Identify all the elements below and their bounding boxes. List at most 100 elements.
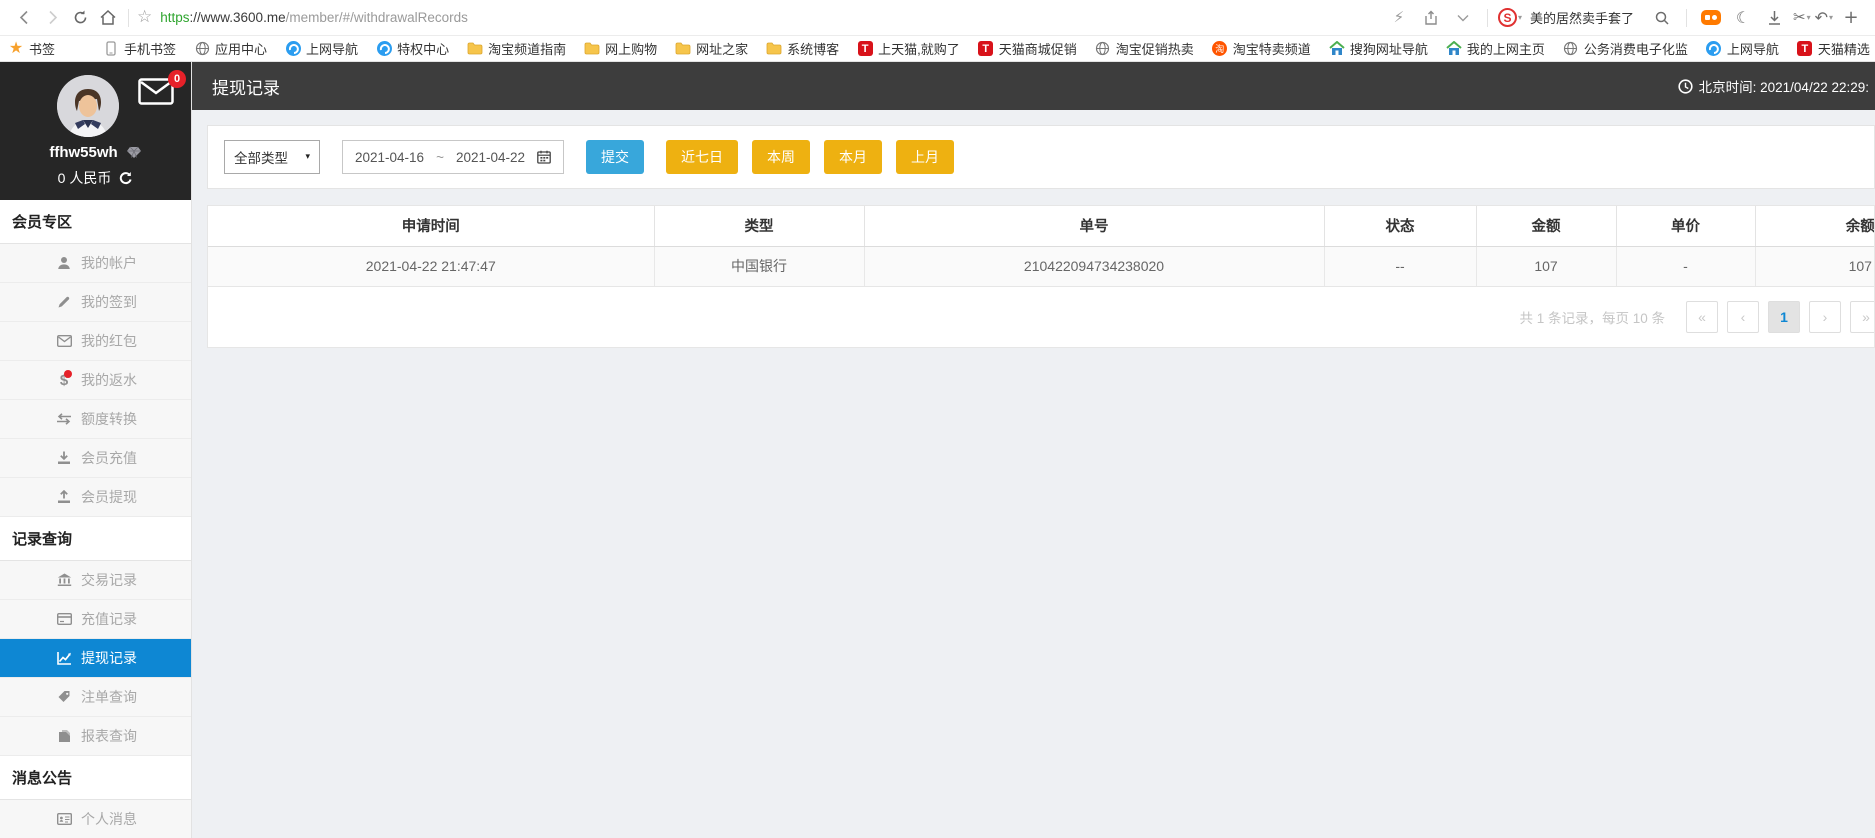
bookmarks-bar: ★ 书签 手机书签 应用中心 上网导航 特权中心 淘宝频道指南 网上购物 网址之家…	[0, 36, 1875, 62]
pagination-next-button[interactable]: ›	[1809, 300, 1841, 333]
cell-type: 中国银行	[654, 246, 865, 287]
undo-restore-icon[interactable]: ↶ ▾	[1815, 4, 1833, 32]
date-separator: ~	[436, 149, 444, 165]
screenshot-scissors-icon[interactable]: ✂ ▾	[1793, 4, 1811, 32]
house-2345-icon	[1446, 41, 1462, 57]
page-header: 提现记录 北京时间: 2021/04/22 22:29:	[192, 62, 1875, 110]
bookmark-item[interactable]: T 天猫商城促销	[978, 39, 1077, 58]
balance-refresh-icon[interactable]	[119, 171, 133, 185]
house-2345-icon	[1329, 41, 1345, 57]
sidebar-item-my-checkin[interactable]: 我的签到	[0, 283, 191, 322]
sidebar-item-my-redpacket[interactable]: 我的红包	[0, 322, 191, 361]
bookmark-item[interactable]: 搜狗网址导航	[1329, 39, 1428, 58]
bookmark-item[interactable]: 手机书签	[103, 39, 176, 58]
sidebar-item-label: 注单查询	[81, 689, 137, 705]
sidebar-section-members: 会员专区	[0, 200, 191, 244]
bookmark-item[interactable]: 网上购物	[584, 39, 657, 58]
cell-apply-time: 2021-04-22 21:47:47	[208, 246, 655, 287]
sidebar-item-label: 会员提现	[81, 489, 137, 505]
download-icon[interactable]	[1761, 4, 1789, 32]
quick-range-lastmonth-button[interactable]: 上月	[896, 140, 955, 174]
sidebar-item-label: 我的签到	[81, 294, 137, 310]
quick-range-thismonth-button[interactable]: 本月	[824, 140, 883, 174]
sidebar-item-label: 报表查询	[81, 728, 137, 744]
sidebar-item-report-inquiry[interactable]: 报表查询	[0, 717, 191, 756]
bookmark-item[interactable]: 系统博客	[766, 39, 839, 58]
quick-range-last7days-button[interactable]: 近七日	[666, 140, 739, 174]
date-range-input[interactable]: 2021-04-16 ~ 2021-04-22	[342, 140, 565, 174]
game-center-icon[interactable]	[1697, 4, 1725, 32]
sidebar-item-label: 我的红包	[81, 333, 137, 349]
balance-text: 0 人民币	[57, 170, 112, 186]
menu-plus-icon[interactable]: +	[1837, 4, 1865, 32]
bookmark-item[interactable]: 上网导航	[1706, 39, 1779, 58]
bookmark-item[interactable]: ★ 书签	[8, 39, 55, 58]
vip-diamond-icon	[126, 146, 142, 159]
bookmark-item[interactable]: 淘宝频道指南	[467, 39, 566, 58]
col-apply-time: 申请时间	[208, 206, 655, 247]
refresh-icon[interactable]	[66, 4, 94, 32]
sogou-nav-icon	[376, 41, 392, 57]
deposit-download-icon	[56, 451, 72, 465]
clock-icon	[1678, 78, 1693, 94]
globe-icon	[1095, 41, 1111, 57]
forward-icon[interactable]	[38, 4, 66, 32]
home-icon[interactable]	[94, 4, 122, 32]
search-icon[interactable]	[1648, 4, 1676, 32]
user-icon	[56, 256, 72, 270]
sidebar-item-withdraw[interactable]: 会员提现	[0, 478, 191, 517]
sogou-nav-icon	[1706, 41, 1722, 57]
bookmark-item[interactable]: T 上天猫,就购了	[857, 39, 960, 58]
bookmark-item[interactable]: 特权中心	[376, 39, 449, 58]
sidebar-item-deposit[interactable]: 会员充值	[0, 439, 191, 478]
sidebar-item-withdrawal-records[interactable]: 提现记录	[0, 639, 191, 678]
bookmark-item[interactable]: 应用中心	[194, 39, 267, 58]
back-icon[interactable]	[10, 4, 38, 32]
chevron-down-icon[interactable]	[1449, 4, 1477, 32]
sidebar-item-label: 额度转换	[81, 411, 137, 427]
quick-range-thisweek-button[interactable]: 本周	[752, 140, 811, 174]
share-icon[interactable]	[1417, 4, 1445, 32]
bookmark-item[interactable]: 淘宝促销热卖	[1095, 39, 1194, 58]
bookmark-star-icon[interactable]: ☆	[137, 9, 152, 26]
sidebar-item-my-account[interactable]: 我的帐户	[0, 244, 191, 283]
url-field[interactable]: https://www.3600.me/member/#/withdrawalR…	[160, 10, 468, 25]
date-from-value: 2021-04-16	[355, 149, 425, 165]
bookmark-item[interactable]: 我的上网主页	[1446, 39, 1545, 58]
tmall-icon: T	[857, 41, 873, 57]
lightning-icon[interactable]: ⚡	[1385, 4, 1413, 32]
bookmark-item[interactable]: 公务消费电子化监	[1563, 39, 1688, 58]
col-status: 状态	[1324, 206, 1477, 247]
extension-message-text[interactable]: 美的居然卖手套了	[1530, 8, 1634, 27]
messages-envelope-icon[interactable]: 0	[138, 70, 186, 105]
sidebar-item-bet-inquiry[interactable]: 注单查询	[0, 678, 191, 717]
tmall-icon: T	[978, 41, 994, 57]
tags-icon	[56, 690, 72, 704]
pagination-first-button[interactable]: «	[1686, 300, 1718, 333]
notification-dot	[64, 370, 72, 378]
night-mode-icon[interactable]: ☾	[1729, 4, 1757, 32]
bookmark-item[interactable]: 淘淘宝特卖频道	[1212, 39, 1311, 58]
sidebar-item-transaction-records[interactable]: 交易记录	[0, 561, 191, 600]
globe-icon	[1563, 41, 1579, 57]
sidebar-item-personal-messages[interactable]: 个人消息	[0, 800, 191, 838]
pagination-last-button[interactable]: »	[1850, 300, 1874, 333]
sidebar-item-label: 我的返水	[81, 372, 137, 388]
sogou-extension-icon[interactable]: S ▾	[1497, 4, 1522, 32]
folder-icon	[675, 41, 691, 57]
pagination-page-1-button[interactable]: 1	[1768, 300, 1800, 333]
cell-balance: 107	[1755, 246, 1874, 287]
submit-button[interactable]: 提交	[586, 140, 645, 174]
sidebar-item-my-rebate[interactable]: $ 我的返水	[0, 361, 191, 400]
sidebar-item-quota-transfer[interactable]: 额度转换	[0, 400, 191, 439]
message-count-badge: 0	[168, 70, 186, 88]
type-select[interactable]: 全部类型 ▾	[224, 140, 320, 174]
bookmark-item[interactable]: 上网导航	[285, 39, 358, 58]
chart-line-icon	[56, 651, 72, 665]
pagination-prev-button[interactable]: ‹	[1727, 300, 1759, 333]
bookmark-item[interactable]: T 天猫精选	[1797, 39, 1870, 58]
sidebar-item-deposit-records[interactable]: 充值记录	[0, 600, 191, 639]
bookmark-item[interactable]: 网址之家	[675, 39, 748, 58]
url-scheme: https	[160, 10, 190, 25]
url-path: /member/#/withdrawalRecords	[285, 10, 468, 25]
